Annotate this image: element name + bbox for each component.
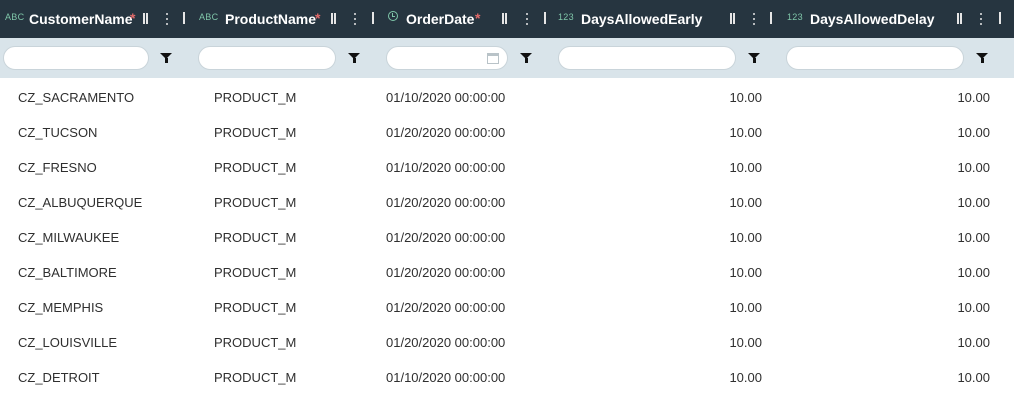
- customer-name-cell: CZ_TUCSON: [18, 125, 98, 140]
- days-allowed-early-cell: 10.00: [729, 265, 762, 280]
- days-allowed-delay-cell: 10.00: [957, 125, 990, 140]
- table-row[interactable]: CZ_TUCSON PRODUCT_M 01/20/2020 00:00:00 …: [0, 115, 1014, 150]
- column-header-customer-name[interactable]: ABC CustomerName *: [0, 0, 195, 38]
- order-date-cell: 01/10/2020 00:00:00: [386, 90, 506, 105]
- product-filter-input[interactable]: [198, 46, 336, 70]
- column-menu-icon[interactable]: [166, 13, 168, 25]
- column-menu-icon[interactable]: [526, 13, 528, 25]
- days-allowed-delay-cell: 10.00: [957, 160, 990, 175]
- product-name-cell: PRODUCT_M: [214, 160, 297, 175]
- funnel-icon[interactable]: [976, 53, 989, 64]
- column-separator[interactable]: [544, 12, 546, 24]
- product-name-cell: PRODUCT_M: [214, 300, 297, 315]
- order-date-cell: 01/20/2020 00:00:00: [386, 300, 506, 315]
- resize-handle-icon[interactable]: [143, 13, 148, 24]
- column-header-order-date[interactable]: OrderDate *: [385, 0, 555, 38]
- order-date-cell: 01/20/2020 00:00:00: [386, 230, 506, 245]
- resize-handle-icon[interactable]: [331, 13, 336, 24]
- table-row[interactable]: CZ_FRESNO PRODUCT_M 01/10/2020 00:00:00 …: [0, 150, 1014, 185]
- column-title: OrderDate: [406, 11, 475, 27]
- table-row[interactable]: CZ_DETROIT PRODUCT_M 01/10/2020 00:00:00…: [0, 360, 1014, 390]
- days-allowed-early-cell: 10.00: [729, 160, 762, 175]
- order-date-cell: 01/20/2020 00:00:00: [386, 335, 506, 350]
- order-date-cell: 01/20/2020 00:00:00: [386, 265, 506, 280]
- days-allowed-delay-cell: 10.00: [957, 230, 990, 245]
- product-name-cell: PRODUCT_M: [214, 230, 297, 245]
- grid-header: ABC CustomerName * ABC ProductName * Ord…: [0, 0, 1014, 38]
- column-title: CustomerName: [29, 11, 133, 27]
- number-type-icon: 123: [558, 12, 574, 22]
- column-menu-icon[interactable]: [354, 13, 356, 25]
- column-title: DaysAllowedDelay: [810, 11, 935, 27]
- table-row[interactable]: CZ_BALTIMORE PRODUCT_M 01/20/2020 00:00:…: [0, 255, 1014, 290]
- table-row[interactable]: CZ_LOUISVILLE PRODUCT_M 01/20/2020 00:00…: [0, 325, 1014, 360]
- column-menu-icon[interactable]: [753, 13, 755, 25]
- product-name-cell: PRODUCT_M: [214, 265, 297, 280]
- filter-row: [0, 38, 1014, 78]
- product-name-cell: PRODUCT_M: [214, 195, 297, 210]
- column-title: DaysAllowedEarly: [581, 11, 703, 27]
- customer-name-cell: CZ_SACRAMENTO: [18, 90, 135, 105]
- delay-filter-input[interactable]: [786, 46, 964, 70]
- calendar-icon[interactable]: [487, 53, 499, 64]
- column-separator[interactable]: [770, 12, 772, 24]
- days-allowed-early-cell: 10.00: [729, 195, 762, 210]
- customer-name-cell: CZ_BALTIMORE: [18, 265, 117, 280]
- days-allowed-delay-cell: 10.00: [957, 335, 990, 350]
- days-allowed-early-cell: 10.00: [729, 300, 762, 315]
- days-allowed-delay-cell: 10.00: [957, 300, 990, 315]
- funnel-icon[interactable]: [748, 53, 761, 64]
- column-header-product-name[interactable]: ABC ProductName *: [195, 0, 385, 38]
- customer-name-cell: CZ_MILWAUKEE: [18, 230, 120, 245]
- required-marker: *: [130, 10, 136, 26]
- column-separator[interactable]: [999, 12, 1001, 24]
- days-allowed-delay-cell: 10.00: [957, 265, 990, 280]
- customer-name-cell: CZ_MEMPHIS: [18, 300, 104, 315]
- column-title: ProductName: [225, 11, 317, 27]
- required-marker: *: [315, 10, 321, 26]
- product-name-cell: PRODUCT_M: [214, 125, 297, 140]
- customer-name-cell: CZ_LOUISVILLE: [18, 335, 117, 350]
- table-row[interactable]: CZ_MEMPHIS PRODUCT_M 01/20/2020 00:00:00…: [0, 290, 1014, 325]
- order-date-cell: 01/20/2020 00:00:00: [386, 195, 506, 210]
- number-type-icon: 123: [787, 12, 803, 22]
- customer-name-cell: CZ_ALBUQUERQUE: [18, 195, 143, 210]
- data-grid: ABC CustomerName * ABC ProductName * Ord…: [0, 0, 1014, 390]
- text-type-icon: ABC: [5, 12, 25, 22]
- table-row[interactable]: CZ_ALBUQUERQUE PRODUCT_M 01/20/2020 00:0…: [0, 185, 1014, 220]
- funnel-icon[interactable]: [348, 53, 361, 64]
- column-separator[interactable]: [372, 12, 374, 24]
- resize-handle-icon[interactable]: [502, 13, 507, 24]
- days-allowed-early-cell: 10.00: [729, 90, 762, 105]
- days-allowed-early-cell: 10.00: [729, 230, 762, 245]
- days-allowed-early-cell: 10.00: [729, 125, 762, 140]
- days-allowed-delay-cell: 10.00: [957, 90, 990, 105]
- customer-name-cell: CZ_FRESNO: [18, 160, 97, 175]
- early-filter-input[interactable]: [558, 46, 736, 70]
- table-row[interactable]: CZ_MILWAUKEE PRODUCT_M 01/20/2020 00:00:…: [0, 220, 1014, 255]
- clock-icon: [388, 11, 398, 21]
- customer-filter-input[interactable]: [3, 46, 149, 70]
- column-separator[interactable]: [183, 12, 185, 24]
- product-name-cell: PRODUCT_M: [214, 335, 297, 350]
- text-type-icon: ABC: [199, 12, 219, 22]
- table-row[interactable]: CZ_SACRAMENTO PRODUCT_M 01/10/2020 00:00…: [0, 80, 1014, 115]
- order-date-cell: 01/20/2020 00:00:00: [386, 125, 506, 140]
- date-filter-input[interactable]: [386, 46, 508, 70]
- column-header-days-allowed-delay[interactable]: 123 DaysAllowedDelay: [783, 0, 1014, 38]
- days-allowed-delay-cell: 10.00: [957, 195, 990, 210]
- order-date-cell: 01/10/2020 00:00:00: [386, 160, 506, 175]
- column-menu-icon[interactable]: [980, 13, 982, 25]
- column-header-days-allowed-early[interactable]: 123 DaysAllowedEarly: [555, 0, 783, 38]
- required-marker: *: [475, 10, 481, 26]
- funnel-icon[interactable]: [160, 53, 173, 64]
- product-name-cell: PRODUCT_M: [214, 90, 297, 105]
- days-allowed-early-cell: 10.00: [729, 335, 762, 350]
- funnel-icon[interactable]: [520, 53, 533, 64]
- resize-handle-icon[interactable]: [730, 13, 735, 24]
- resize-handle-icon[interactable]: [957, 13, 962, 24]
